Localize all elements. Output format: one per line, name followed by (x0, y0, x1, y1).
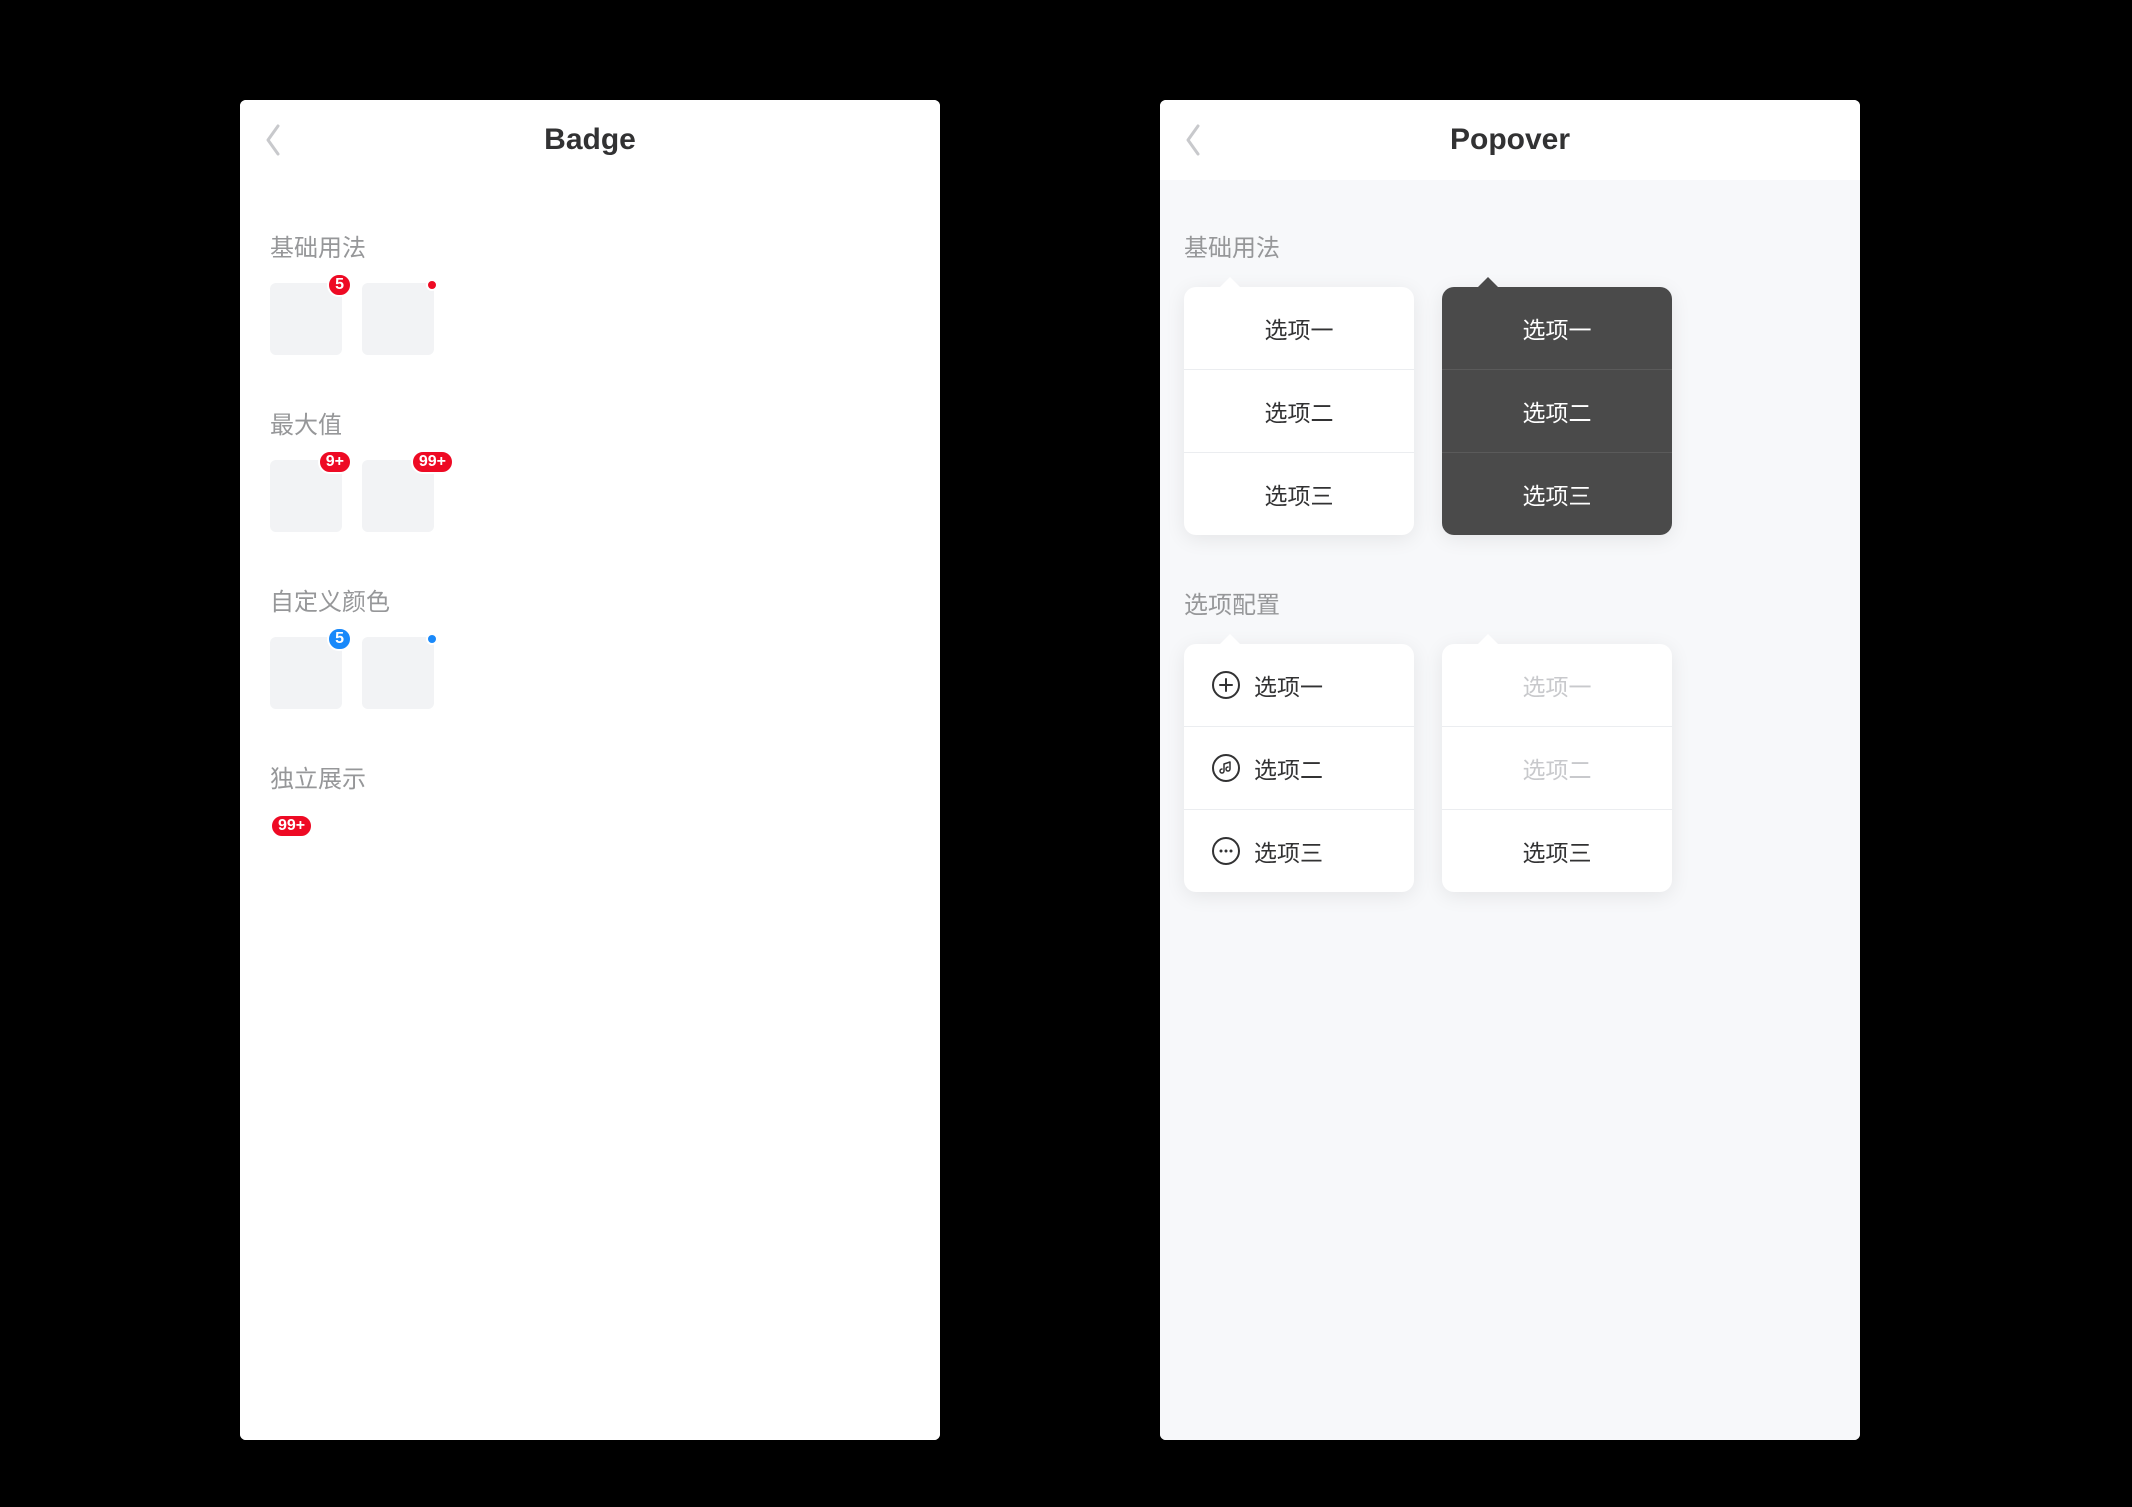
more-icon (1212, 837, 1240, 865)
popover-item-disabled: 选项二 (1442, 726, 1672, 809)
popover-with-disabled: 选项一 选项二 选项三 (1442, 644, 1672, 892)
popover-item-label: 选项一 (1254, 668, 1323, 702)
popover-item[interactable]: 选项二 (1184, 369, 1414, 452)
nav-bar: Badge (240, 100, 940, 180)
badge-count: 5 (327, 273, 352, 297)
plus-icon (1212, 671, 1240, 699)
badge-dot-custom-color (426, 633, 438, 645)
popover-item[interactable]: 选项二 (1442, 369, 1672, 452)
badge-count: 9+ (318, 450, 352, 474)
badge-demo-screen: Badge 基础用法 5 最大值 9+ 99+ 自定义颜色 5 (240, 100, 940, 1440)
badge-row-standalone: 99+ (270, 814, 910, 838)
badge-row-basic: 5 (270, 283, 910, 355)
popover-item[interactable]: 选项一 (1184, 287, 1414, 369)
badge-body: 基础用法 5 最大值 9+ 99+ 自定义颜色 5 (240, 180, 940, 1440)
popover-body: 基础用法 选项一 选项二 选项三 选项一 选项二 选项三 选项配置 选项一 (1160, 180, 1860, 1440)
section-title-basic: 基础用法 (270, 228, 910, 263)
popover-light: 选项一 选项二 选项三 (1184, 287, 1414, 535)
popover-item-label: 选项二 (1254, 751, 1323, 785)
popover-item[interactable]: 选项三 (1184, 452, 1414, 535)
section-title-color: 自定义颜色 (270, 582, 910, 617)
popover-row-config: 选项一 选项二 选项三 选项一 选项二 选项三 (1184, 644, 1836, 892)
popover-item-disabled: 选项一 (1442, 644, 1672, 726)
badge-box: 9+ (270, 460, 342, 532)
badge-standalone: 99+ (270, 814, 313, 838)
nav-bar: Popover (1160, 100, 1860, 180)
section-title-config: 选项配置 (1184, 585, 1836, 620)
popover-item[interactable]: 选项一 (1442, 287, 1672, 369)
badge-box: 5 (270, 637, 342, 709)
popover-with-icons: 选项一 选项二 选项三 (1184, 644, 1414, 892)
section-title-standalone: 独立展示 (270, 759, 910, 794)
badge-count: 99+ (411, 450, 454, 474)
popover-item[interactable]: 选项一 (1184, 644, 1414, 726)
page-title: Popover (1160, 123, 1860, 157)
popover-item[interactable]: 选项三 (1184, 809, 1414, 892)
badge-row-color: 5 (270, 637, 910, 709)
music-icon (1212, 754, 1240, 782)
badge-box: 5 (270, 283, 342, 355)
popover-item[interactable]: 选项三 (1442, 452, 1672, 535)
popover-row-basic: 选项一 选项二 选项三 选项一 选项二 选项三 (1184, 287, 1836, 535)
badge-box (362, 637, 434, 709)
badge-row-max: 9+ 99+ (270, 460, 910, 532)
page-title: Badge (240, 123, 940, 157)
popover-item-label: 选项三 (1254, 834, 1323, 868)
popover-demo-screen: Popover 基础用法 选项一 选项二 选项三 选项一 选项二 选项三 选项配… (1160, 100, 1860, 1440)
badge-count-custom-color: 5 (327, 627, 352, 651)
popover-dark: 选项一 选项二 选项三 (1442, 287, 1672, 535)
section-title-max: 最大值 (270, 405, 910, 440)
badge-dot (426, 279, 438, 291)
badge-box: 99+ (362, 460, 434, 532)
popover-item[interactable]: 选项二 (1184, 726, 1414, 809)
section-title-basic: 基础用法 (1184, 228, 1836, 263)
popover-item[interactable]: 选项三 (1442, 809, 1672, 892)
badge-box (362, 283, 434, 355)
